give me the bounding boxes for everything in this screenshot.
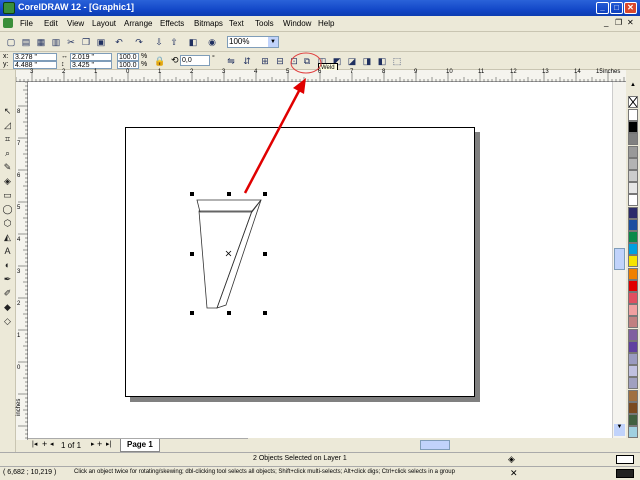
- vertical-scroll-thumb[interactable]: [614, 248, 625, 270]
- no-color-swatch[interactable]: [628, 96, 638, 108]
- vertical-scrollbar[interactable]: ▼: [612, 82, 626, 438]
- previous-page-icon[interactable]: ◂: [50, 440, 54, 448]
- color-swatch[interactable]: [628, 401, 638, 414]
- color-swatch[interactable]: [628, 157, 638, 170]
- fill-color-swatch[interactable]: [616, 455, 634, 464]
- color-swatch[interactable]: [628, 414, 638, 426]
- color-swatch[interactable]: [628, 133, 638, 146]
- page-counter: 1 of 1: [61, 441, 82, 450]
- next-page-icon[interactable]: ▸: [91, 440, 95, 448]
- color-swatch[interactable]: [628, 194, 638, 207]
- scroll-down-icon[interactable]: ▼: [614, 424, 625, 436]
- last-page-icon[interactable]: ▸|: [106, 440, 111, 448]
- status-bar-top: 2 Objects Selected on Layer 1 ◈: [0, 452, 640, 466]
- add-page-after-icon[interactable]: +: [97, 439, 102, 449]
- color-swatch[interactable]: [628, 279, 638, 292]
- annotation-arrow: [243, 78, 306, 194]
- color-swatch[interactable]: [628, 218, 638, 231]
- page-tab[interactable]: Page 1: [120, 439, 160, 452]
- color-swatch[interactable]: [628, 255, 638, 268]
- outline-indicator-icon: ✕: [510, 468, 518, 478]
- color-swatch[interactable]: [628, 121, 638, 134]
- annotation-circle: [290, 52, 322, 74]
- color-swatch[interactable]: [628, 389, 638, 402]
- color-swatch[interactable]: [628, 206, 638, 219]
- color-swatch[interactable]: [628, 243, 638, 256]
- color-palette: ▲: [626, 82, 640, 440]
- drawing-overlay: [190, 52, 322, 315]
- color-swatch[interactable]: [628, 304, 638, 317]
- color-swatch[interactable]: [628, 365, 638, 378]
- color-swatch[interactable]: [628, 109, 638, 121]
- status-hint: Click an object twice for rotating/skewi…: [74, 469, 455, 475]
- color-swatch[interactable]: [628, 377, 638, 390]
- palette-scroll-up-icon[interactable]: ▲: [628, 82, 638, 92]
- outline-color-swatch[interactable]: [616, 469, 634, 478]
- selection-status: 2 Objects Selected on Layer 1: [253, 455, 347, 462]
- fill-indicator-icon: ◈: [508, 454, 515, 464]
- page-navigator: |◂ + ◂ 1 of 1 ▸ + ▸| Page 1: [28, 438, 248, 452]
- color-swatch[interactable]: [628, 292, 638, 304]
- first-page-icon[interactable]: |◂: [32, 440, 37, 448]
- selection-center-mark: [225, 250, 232, 257]
- color-swatch[interactable]: [628, 231, 638, 243]
- horizontal-scroll-thumb[interactable]: [420, 440, 450, 450]
- add-page-before-icon[interactable]: +: [42, 439, 47, 449]
- color-swatch[interactable]: [628, 267, 638, 280]
- color-swatch[interactable]: [628, 353, 638, 365]
- color-swatch[interactable]: [628, 328, 638, 341]
- color-swatch[interactable]: [628, 340, 638, 353]
- color-swatch[interactable]: [628, 145, 638, 158]
- color-swatch[interactable]: [628, 182, 638, 195]
- color-swatch[interactable]: [628, 426, 638, 439]
- status-bar-bottom: ( 6,682 ; 10,219 ) Click an object twice…: [0, 466, 640, 480]
- color-swatch[interactable]: [628, 170, 638, 182]
- cursor-coordinates: ( 6,682 ; 10,219 ): [3, 469, 57, 476]
- color-swatch[interactable]: [628, 316, 638, 329]
